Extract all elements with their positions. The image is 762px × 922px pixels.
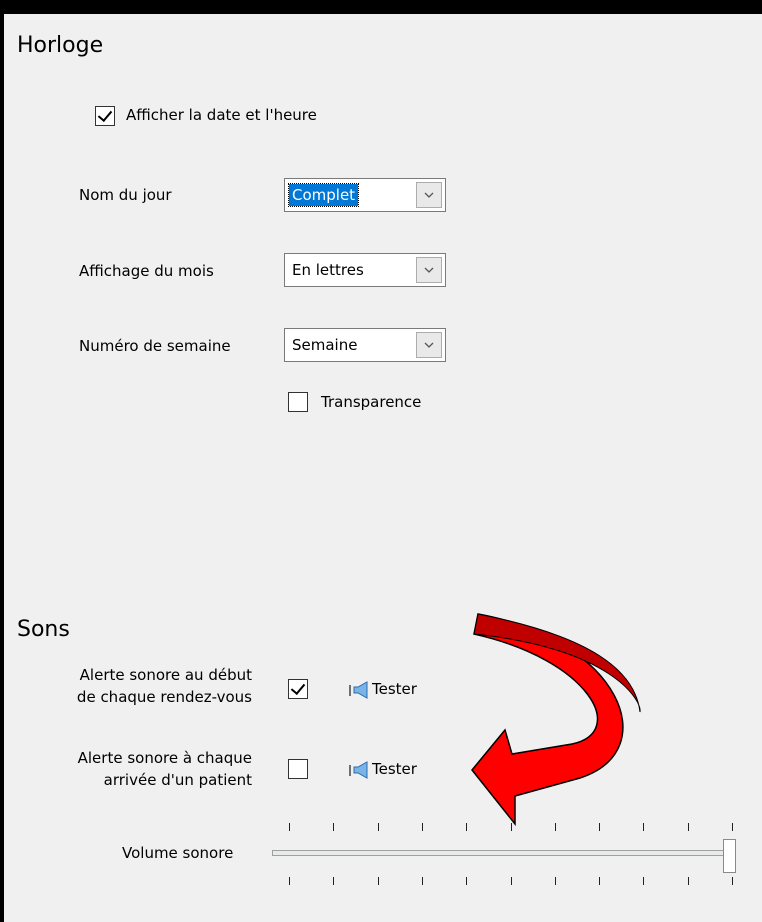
month-label: Affichage du mois <box>79 262 214 280</box>
slider-tick <box>378 823 379 831</box>
chevron-down-icon <box>424 267 434 273</box>
slider-tick <box>511 877 512 885</box>
slider-tick <box>688 823 689 831</box>
speaker-icon <box>349 761 368 779</box>
transparency-checkbox[interactable] <box>288 392 308 412</box>
volume-label: Volume sonore <box>122 844 234 862</box>
alert-start-label-line2: de chaque rendez-vous <box>76 688 252 706</box>
show-datetime-checkbox[interactable] <box>95 106 115 126</box>
day-name-label: Nom du jour <box>79 186 172 204</box>
slider-tick <box>555 877 556 885</box>
speaker-icon <box>349 681 368 699</box>
day-name-value: Complet <box>287 183 360 207</box>
slider-tick <box>378 877 379 885</box>
slider-tick <box>643 877 644 885</box>
slider-tick <box>732 823 733 831</box>
week-select[interactable]: Semaine <box>284 328 446 362</box>
slider-tick <box>466 877 467 885</box>
slider-tick <box>289 823 290 831</box>
day-name-dropdown-button[interactable] <box>416 182 442 208</box>
alert-arrival-checkbox[interactable] <box>288 759 308 779</box>
red-curved-arrow-annotation <box>471 613 641 827</box>
month-value: En lettres <box>292 261 364 279</box>
week-value: Semaine <box>292 336 358 354</box>
alert-start-test-label: Tester <box>372 680 417 698</box>
slider-tick <box>333 823 334 831</box>
alert-start-label-line1: Alerte sonore au début <box>79 666 252 684</box>
week-label: Numéro de semaine <box>79 337 231 355</box>
slider-tick <box>422 823 423 831</box>
slider-tick <box>333 877 334 885</box>
day-name-select[interactable]: Complet <box>284 178 446 212</box>
section-title-sounds: Sons <box>17 617 70 642</box>
slider-tick <box>599 877 600 885</box>
month-dropdown-button[interactable] <box>416 257 442 283</box>
slider-tick <box>422 877 423 885</box>
volume-slider-track[interactable] <box>272 850 730 856</box>
slider-tick <box>688 877 689 885</box>
section-title-clock: Horloge <box>17 33 104 58</box>
chevron-down-icon <box>424 342 434 348</box>
slider-tick <box>732 877 733 885</box>
volume-slider-thumb[interactable] <box>723 839 736 873</box>
show-datetime-label: Afficher la date et l'heure <box>126 106 317 124</box>
transparency-label: Transparence <box>321 393 422 411</box>
slider-tick <box>289 877 290 885</box>
week-dropdown-button[interactable] <box>416 332 442 358</box>
month-select[interactable]: En lettres <box>284 253 446 287</box>
chevron-down-icon <box>424 192 434 198</box>
alert-start-checkbox[interactable] <box>288 679 308 699</box>
alert-arrival-label-line1: Alerte sonore à chaque <box>77 749 252 767</box>
alert-arrival-label-line2: arrivée d'un patient <box>103 771 252 789</box>
alert-arrival-test-label: Tester <box>372 760 417 778</box>
